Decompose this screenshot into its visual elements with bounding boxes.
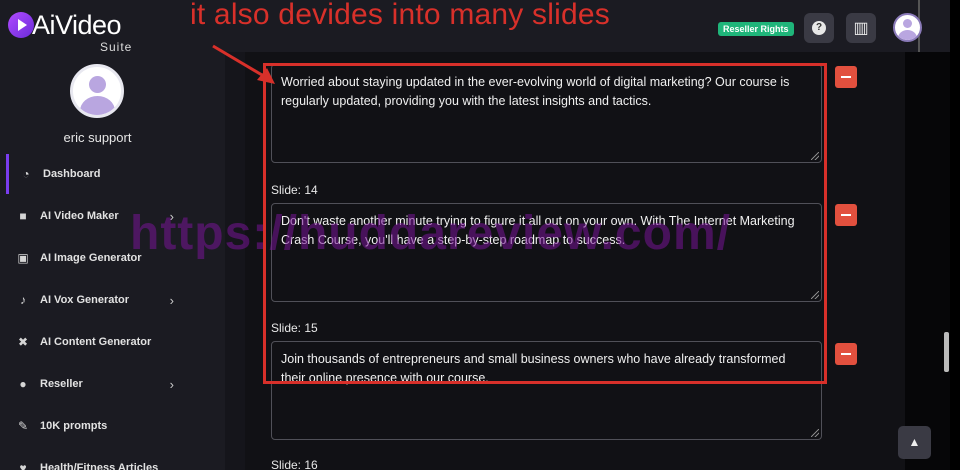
sidebar-item-label: AI Image Generator [40, 252, 142, 264]
remove-slide-15-button[interactable] [835, 343, 857, 365]
users-icon: ● [19, 377, 27, 391]
resize-handle-icon[interactable] [811, 152, 819, 160]
agency-button[interactable]: ▥ [846, 13, 876, 43]
resize-handle-icon[interactable] [811, 291, 819, 299]
sidebar-item-dashboard[interactable]: ◔ Dashboard [6, 154, 192, 194]
reseller-rights-badge[interactable]: Reseller Rights [718, 22, 794, 36]
logo-text: AiVideo [32, 10, 122, 40]
page-scrollbar[interactable] [944, 332, 949, 372]
sidebar-item-10k-prompts[interactable]: ✎ 10K prompts [6, 406, 192, 446]
slide-13-text: Worried about staying updated in the eve… [281, 75, 790, 108]
slide-14-text: Don't waste another minute trying to fig… [281, 214, 795, 247]
slide-15-text-field[interactable]: Join thousands of entrepreneurs and smal… [271, 341, 822, 440]
slide-16-label: Slide: 16 [271, 458, 318, 470]
page-scroll-track [905, 52, 950, 470]
remove-slide-14-button[interactable] [835, 204, 857, 226]
sidebar-item-label: 10K prompts [40, 420, 108, 432]
help-icon: ? [812, 21, 826, 35]
slide-14-text-field[interactable]: Don't waste another minute trying to fig… [271, 203, 822, 302]
sidebar-item-label: Dashboard [43, 168, 101, 180]
app-logo[interactable]: AiVideo Suite [8, 8, 148, 54]
chevron-right-icon: › [169, 208, 174, 224]
slide-13-text-field[interactable]: Worried about staying updated in the eve… [271, 64, 822, 163]
chevron-right-icon: › [169, 292, 174, 308]
scroll-to-top-button[interactable]: ▲ [898, 426, 931, 459]
sidebar-item-label: Reseller [40, 378, 83, 390]
microphone-icon: ♪ [20, 293, 26, 307]
sidebar-item-ai-content-generator[interactable]: ✖ AI Content Generator [6, 322, 192, 362]
sidebar: AiVideo Suite eric support ◔ Dashboard ■ AI… [0, 0, 225, 470]
help-button[interactable]: ? [804, 13, 834, 43]
sidebar-item-label: Health/Fitness Articles [40, 462, 159, 470]
resize-handle-icon[interactable] [811, 429, 819, 437]
sidebar-item-label: AI Content Generator [40, 336, 152, 348]
sidebar-item-ai-vox-generator[interactable]: ♪ AI Vox Generator › [6, 280, 192, 320]
pen-icon: ✎ [17, 419, 29, 433]
slide-14-label: Slide: 14 [271, 183, 318, 197]
buildings-icon: ▥ [853, 20, 869, 37]
logo-play-icon [8, 12, 34, 38]
heart-icon: ♥ [19, 461, 27, 470]
speedometer-icon: ◔ [22, 167, 30, 181]
slide-15-label: Slide: 15 [271, 321, 318, 335]
user-avatar[interactable] [893, 13, 922, 42]
caret-up-icon: ▲ [908, 435, 921, 449]
profile-avatar [70, 64, 124, 118]
video-camera-icon: ■ [19, 209, 27, 223]
remove-slide-13-button[interactable] [835, 66, 857, 88]
annotation-text: it also devides into many slides [190, 0, 610, 31]
sidebar-item-label: AI Video Maker [40, 210, 119, 222]
slide-15-text: Join thousands of entrepreneurs and smal… [281, 352, 786, 385]
tools-icon: ✖ [17, 335, 29, 349]
sidebar-item-ai-video-maker[interactable]: ■ AI Video Maker › [6, 196, 192, 236]
logo-subtext: Suite [100, 40, 133, 54]
sidebar-item-ai-image-generator[interactable]: ▣ AI Image Generator [6, 238, 192, 278]
sidebar-item-label: AI Vox Generator [40, 294, 130, 306]
sidebar-item-health-fitness-articles[interactable]: ♥ Health/Fitness Articles [6, 448, 192, 470]
sidebar-item-reseller[interactable]: ● Reseller › [6, 364, 192, 404]
image-icon: ▣ [17, 251, 29, 265]
chevron-right-icon: › [169, 376, 174, 392]
profile-name: eric support [63, 130, 132, 145]
